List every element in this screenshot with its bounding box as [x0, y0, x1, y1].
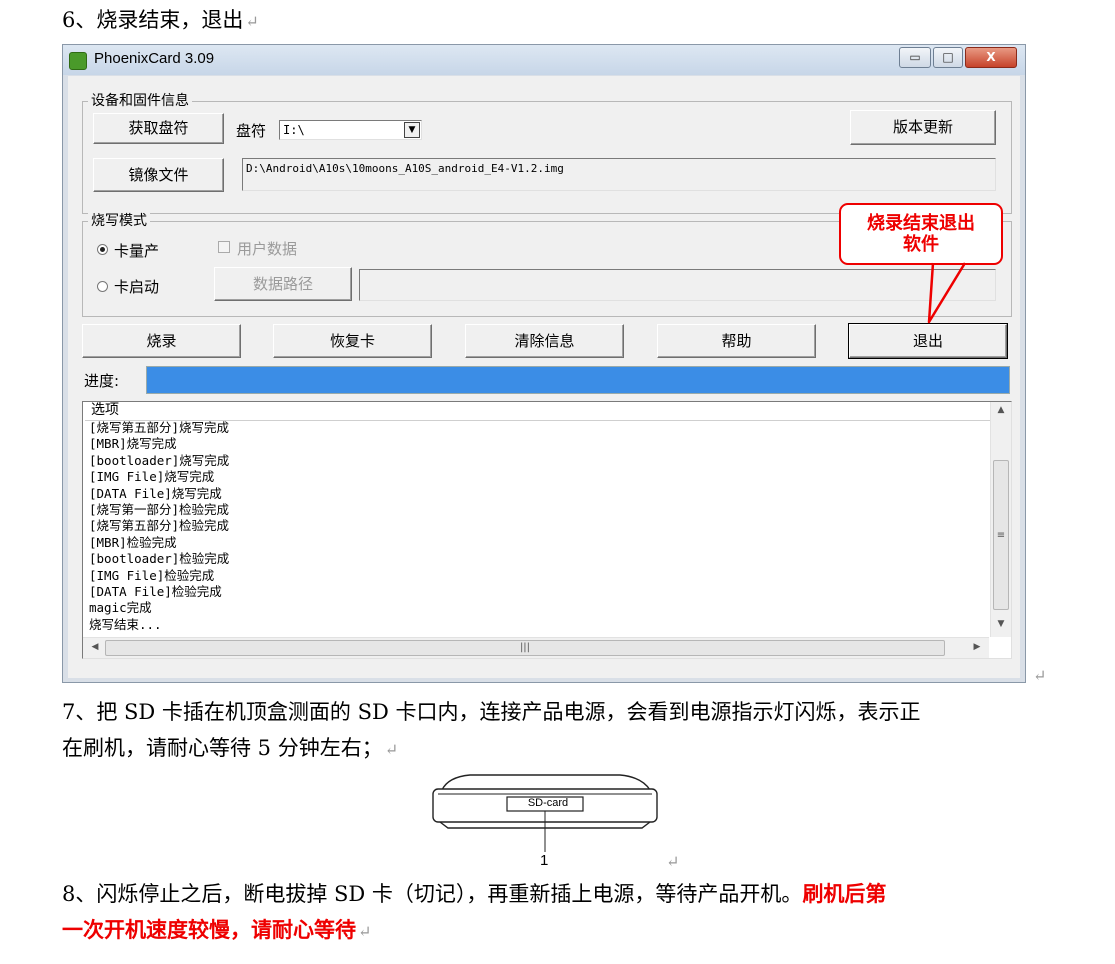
- phoenix-app-icon: [69, 52, 87, 70]
- scroll-down-arrow-icon[interactable]: ▼: [991, 619, 1011, 629]
- radio-mass-production-label: 卡量产: [114, 242, 160, 260]
- scroll-left-arrow-icon[interactable]: ◀: [85, 642, 105, 652]
- data-path-button[interactable]: 数据路径: [214, 267, 352, 301]
- horizontal-scroll-thumb[interactable]: |||: [105, 640, 945, 656]
- callout-number: 1: [540, 852, 549, 869]
- step8-line2: 一次开机速度较慢，请耐心等待 ↵: [62, 914, 371, 948]
- log-line: [MBR]检验完成: [89, 534, 177, 550]
- log-line: [DATA File]烧写完成: [89, 485, 222, 501]
- paragraph-mark: ↵: [384, 740, 399, 759]
- data-path-field[interactable]: [359, 269, 996, 301]
- radio-card-boot[interactable]: [97, 281, 108, 292]
- sd-card-label: SD-card: [527, 797, 569, 809]
- step6-text: 6、烧录结束，退出 ↵: [62, 4, 259, 38]
- clear-info-button[interactable]: 清除信息: [465, 324, 624, 358]
- log-column-header: 选项: [85, 402, 995, 421]
- horizontal-scrollbar[interactable]: ◀ ||| ▶: [83, 637, 989, 658]
- progress-bar: [146, 366, 1010, 394]
- scroll-right-arrow-icon[interactable]: ▶: [967, 642, 987, 652]
- scroll-up-arrow-icon[interactable]: ▲: [991, 405, 1011, 415]
- step6-label: 6、烧录结束，退出: [62, 8, 244, 32]
- callout-line1: 烧录结束退出: [867, 213, 975, 234]
- log-line: [IMG File]烧写完成: [89, 469, 215, 485]
- maximize-button[interactable]: □: [933, 47, 963, 68]
- device-firmware-group-label: 设备和固件信息: [88, 92, 192, 110]
- step7-line2-text: 在刷机，请耐心等待 5 分钟左右；: [62, 736, 383, 760]
- paragraph-mark: ↵: [358, 922, 372, 941]
- image-path-field[interactable]: D:\Android\A10s\10moons_A10S_android_E4-…: [242, 158, 996, 191]
- paragraph-mark: ↵: [666, 852, 680, 871]
- drive-select[interactable]: I:\ ▼: [279, 120, 422, 140]
- log-line: [烧写第五部分]检验完成: [89, 518, 230, 534]
- callout-pointer: [927, 262, 967, 324]
- log-line: [bootloader]检验完成: [89, 551, 230, 567]
- step8-line2-emphasis: 一次开机速度较慢，请耐心等待: [62, 917, 356, 942]
- step8-line1: 8、闪烁停止之后，断电拔掉 SD 卡（切记），再重新插上电源，等待产品开机。刷机…: [62, 878, 886, 910]
- get-drive-button[interactable]: 获取盘符: [93, 113, 224, 144]
- callout-line2: 软件: [903, 234, 939, 255]
- step8-line1-emphasis: 刷机后第: [802, 881, 887, 906]
- title-bar[interactable]: PhoenixCard 3.09 ▭ □ X: [63, 45, 1025, 75]
- step8-line1-text: 8、闪烁停止之后，断电拔掉 SD 卡（切记），再重新插上电源，等待产品开机。: [62, 882, 803, 906]
- log-line: magic完成: [89, 600, 152, 616]
- log-lines: [烧写第五部分]烧写完成 [MBR]烧写完成 [bootloader]烧写完成 [IM…: [89, 420, 229, 633]
- log-list[interactable]: 选项 [烧写第五部分]烧写完成 [MBR]烧写完成 [bootloader]烧写完成…: [82, 401, 1012, 659]
- burn-mode-group-label: 烧写模式: [88, 212, 150, 230]
- version-update-button[interactable]: 版本更新: [850, 110, 996, 145]
- radio-card-boot-label: 卡启动: [114, 278, 160, 296]
- log-line: [烧写第一部分]检验完成: [89, 502, 230, 518]
- progress-label: 进度:: [84, 372, 120, 390]
- log-line: [MBR]烧写完成: [89, 436, 177, 452]
- drive-select-value: I:\: [283, 123, 305, 137]
- phoenixcard-window: PhoenixCard 3.09 ▭ □ X 设备和固件信息 获取盘符 盘符 I…: [62, 44, 1026, 683]
- image-file-button[interactable]: 镜像文件: [93, 158, 224, 192]
- log-line: [DATA File]检验完成: [89, 584, 222, 600]
- log-line: [烧写第五部分]烧写完成: [89, 420, 230, 435]
- window-title: PhoenixCard 3.09: [94, 50, 215, 67]
- log-line: [IMG File]检验完成: [89, 567, 215, 583]
- drive-label: 盘符: [236, 122, 267, 140]
- help-button[interactable]: 帮助: [657, 324, 816, 358]
- restore-card-button[interactable]: 恢复卡: [273, 324, 432, 358]
- user-data-checkbox-label: 用户数据: [237, 240, 298, 258]
- user-data-checkbox[interactable]: [218, 241, 230, 253]
- close-button[interactable]: X: [965, 47, 1017, 68]
- exit-button[interactable]: 退出: [848, 323, 1008, 359]
- paragraph-mark: ↵: [1033, 666, 1047, 685]
- minimize-button[interactable]: ▭: [899, 47, 931, 68]
- paragraph-mark: ↵: [245, 12, 259, 31]
- vertical-scrollbar[interactable]: ▲ ≡ ▼: [990, 402, 1011, 637]
- progress-bar-fill: [147, 367, 1009, 393]
- burn-button[interactable]: 烧录: [82, 324, 241, 358]
- window-client-area: 设备和固件信息 获取盘符 盘符 I:\ ▼ 版本更新 镜像文件 D:\Andro…: [68, 76, 1020, 678]
- callout-arrow: [927, 262, 967, 324]
- vertical-scroll-thumb[interactable]: ≡: [993, 460, 1009, 610]
- step7-line2: 在刷机，请耐心等待 5 分钟左右； ↵: [62, 732, 398, 766]
- chevron-down-icon[interactable]: ▼: [404, 122, 420, 138]
- step7-line1: 7、把 SD 卡插在机顶盒测面的 SD 卡口内，连接产品电源，会看到电源指示灯闪…: [62, 700, 921, 724]
- log-line: [bootloader]烧写完成: [89, 452, 230, 468]
- radio-mass-production[interactable]: [97, 244, 108, 255]
- annotation-callout: 烧录结束退出 软件: [839, 203, 1003, 265]
- log-line: 烧写结束...: [89, 616, 162, 632]
